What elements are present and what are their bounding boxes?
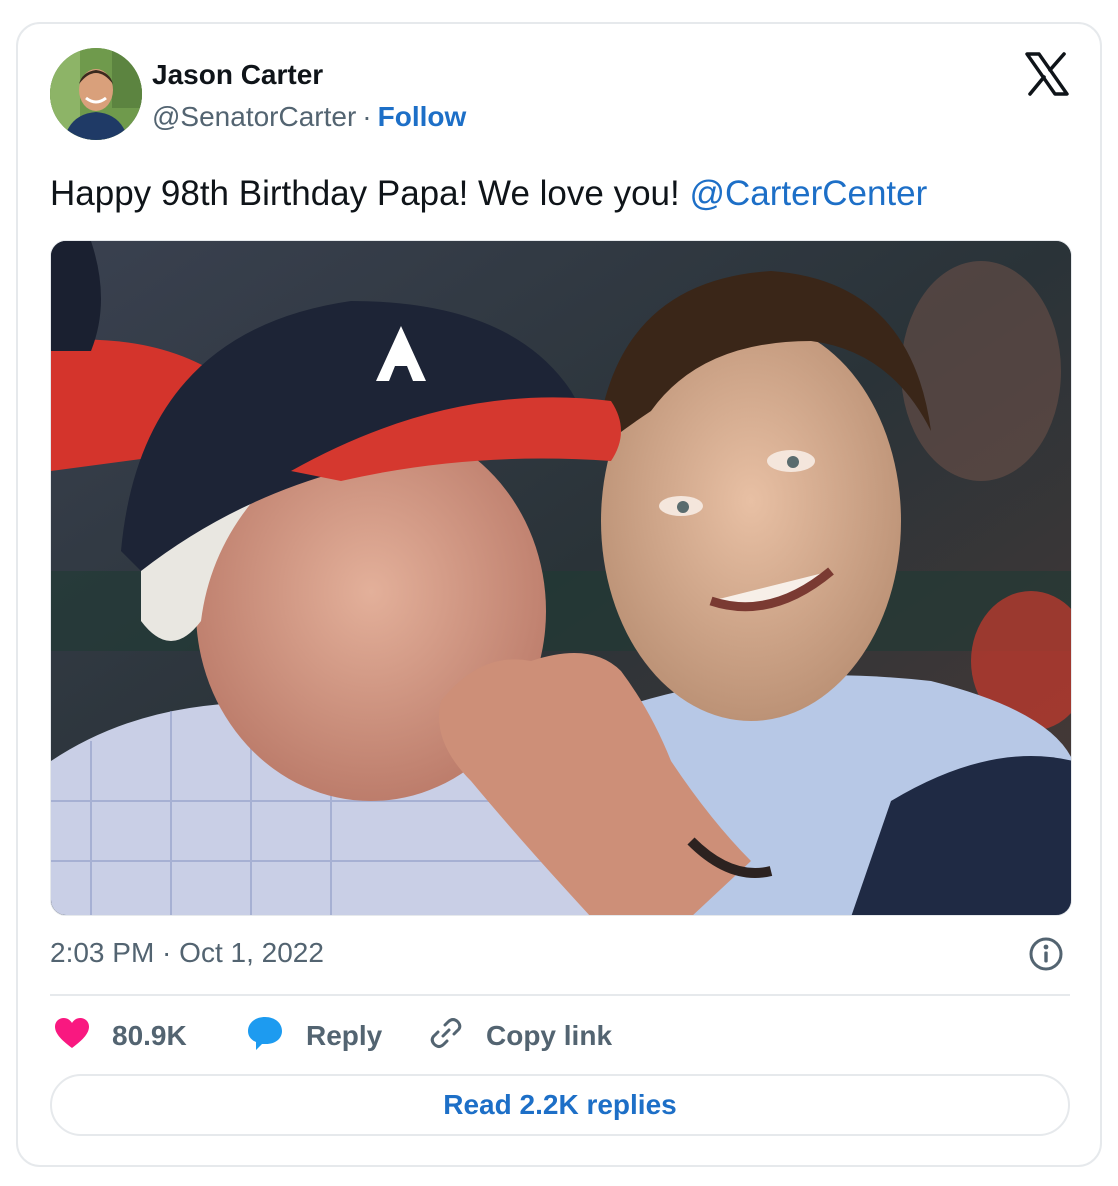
tweet-body: Happy 98th Birthday Papa! We love you! (50, 174, 690, 213)
author-name[interactable]: Jason Carter (152, 58, 323, 92)
divider (50, 994, 1070, 996)
info-icon[interactable] (1028, 936, 1064, 972)
tweet-photo[interactable] (50, 240, 1072, 916)
reply-label: Reply (306, 1020, 383, 1051)
tweet-timestamp[interactable]: 2:03 PM · Oct 1, 2022 (50, 936, 324, 970)
copy-link-label: Copy link (486, 1020, 613, 1051)
x-logo-icon[interactable] (1024, 52, 1070, 96)
follow-button[interactable]: Follow (378, 101, 467, 132)
tweet-embed-card: Jason Carter @SenatorCarter · Follow Happy… (16, 22, 1102, 1167)
copy-link-button[interactable]: Copy link (428, 1014, 612, 1058)
like-button[interactable]: 80.9K (54, 1014, 187, 1058)
like-count: 80.9K (112, 1020, 187, 1051)
author-avatar[interactable] (50, 48, 142, 140)
author-handle[interactable]: @SenatorCarter (152, 101, 356, 132)
heart-icon (54, 1017, 90, 1056)
author-handle-row: @SenatorCarter · Follow (152, 100, 466, 134)
reply-button[interactable]: Reply (246, 1014, 382, 1058)
link-icon (428, 1015, 464, 1058)
read-replies-button[interactable]: Read 2.2K replies (50, 1074, 1070, 1136)
separator-dot: · (362, 101, 372, 132)
mention-link[interactable]: @CarterCenter (689, 174, 927, 213)
speech-bubble-icon (246, 1015, 284, 1058)
tweet-text: Happy 98th Birthday Papa! We love you! @… (50, 172, 927, 216)
